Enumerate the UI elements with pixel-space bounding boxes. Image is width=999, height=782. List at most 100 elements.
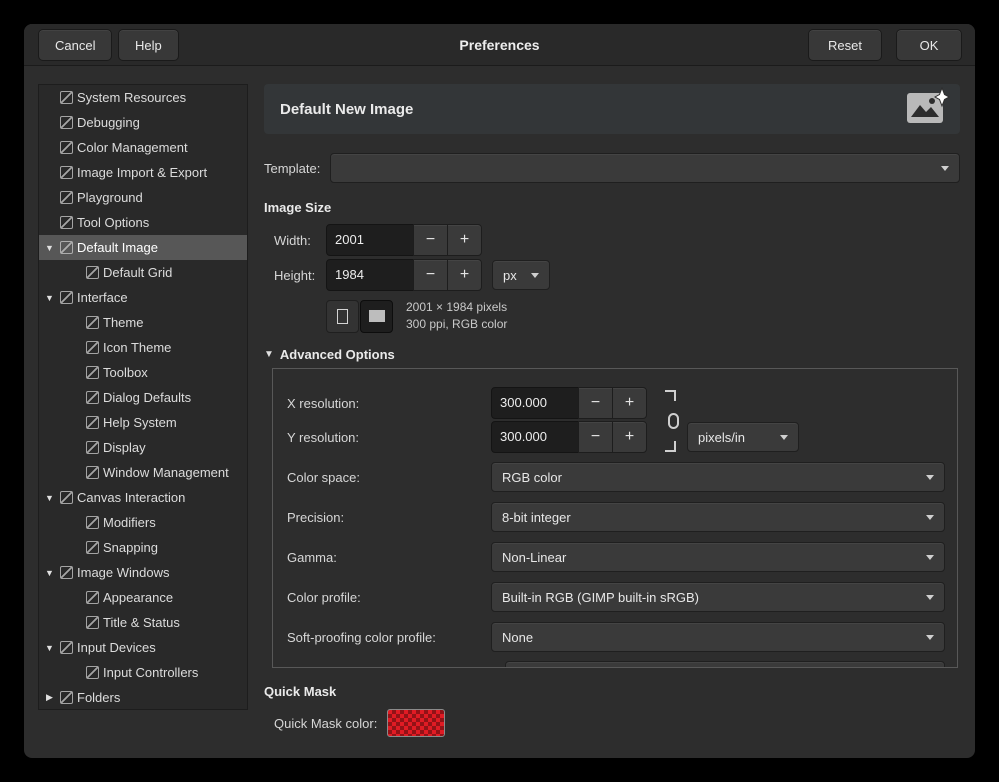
precision-value: 8-bit integer — [502, 510, 571, 525]
dialog-defaults-icon — [86, 391, 99, 404]
y-resolution-increment-button[interactable]: + — [612, 421, 647, 453]
precision-dropdown[interactable]: 8-bit integer — [491, 502, 945, 532]
sidebar-item-label: Title & Status — [103, 615, 180, 630]
color-profile-label: Color profile: — [287, 590, 491, 605]
soft-proofing-dropdown[interactable]: None — [491, 622, 945, 652]
sidebar-item-folders[interactable]: ▶Folders — [39, 685, 247, 710]
expander-icon[interactable]: ▼ — [43, 493, 56, 503]
display-icon — [86, 441, 99, 454]
portrait-icon — [337, 309, 348, 324]
sidebar-item-label: Help System — [103, 415, 177, 430]
sidebar-item-image-import-export[interactable]: Image Import & Export — [39, 160, 247, 185]
preferences-tree: System Resources Debugging Color Managemen… — [38, 84, 248, 710]
sidebar-item-label: Debugging — [77, 115, 140, 130]
height-input[interactable]: 1984 — [326, 259, 414, 291]
sidebar-item-label: Playground — [77, 190, 143, 205]
y-resolution-row: Y resolution: 300.000 − + pixels/in — [287, 421, 945, 453]
x-resolution-input[interactable]: 300.000 — [491, 387, 579, 419]
sidebar-item-dialog-defaults[interactable]: Dialog Defaults — [39, 385, 247, 410]
sidebar-item-system-resources[interactable]: System Resources — [39, 85, 247, 110]
sidebar-item-label: Image Windows — [77, 565, 169, 580]
canvas-interaction-icon — [60, 491, 73, 504]
orientation-row: 2001 × 1984 pixels 300 ppi, RGB color — [264, 299, 960, 333]
expander-icon[interactable]: ▼ — [43, 293, 56, 303]
expander-icon[interactable]: ▼ — [43, 643, 56, 653]
page-header: Default New Image — [264, 84, 960, 134]
title-status-icon — [86, 616, 99, 629]
sidebar-item-tool-options[interactable]: Tool Options — [39, 210, 247, 235]
y-resolution-spinner: 300.000 − + — [491, 421, 647, 453]
sidebar-item-snapping[interactable]: Snapping — [39, 535, 247, 560]
width-increment-button[interactable]: + — [447, 224, 482, 256]
sidebar-item-color-management[interactable]: Color Management — [39, 135, 247, 160]
gamma-label: Gamma: — [287, 550, 491, 565]
sidebar-item-label: Icon Theme — [103, 340, 171, 355]
width-decrement-button[interactable]: − — [413, 224, 448, 256]
sidebar-item-title-status[interactable]: Title & Status — [39, 610, 247, 635]
sidebar-item-window-management[interactable]: Window Management — [39, 460, 247, 485]
x-resolution-decrement-button[interactable]: − — [578, 387, 613, 419]
partially-visible-dropdown — [505, 661, 945, 668]
sidebar-item-help-system[interactable]: Help System — [39, 410, 247, 435]
reset-button[interactable]: Reset — [808, 29, 882, 61]
sidebar-item-interface[interactable]: ▼Interface — [39, 285, 247, 310]
height-increment-button[interactable]: + — [447, 259, 482, 291]
sidebar-item-default-image[interactable]: ▼Default Image — [39, 235, 247, 260]
chain-link-icon[interactable] — [661, 389, 681, 453]
quick-mask-color-swatch[interactable] — [387, 709, 445, 737]
sidebar-item-label: Input Devices — [77, 640, 156, 655]
width-label: Width: — [274, 233, 326, 248]
soft-proofing-label: Soft-proofing color profile: — [287, 630, 491, 645]
y-resolution-decrement-button[interactable]: − — [578, 421, 613, 453]
chevron-down-icon — [780, 435, 788, 440]
default-grid-icon — [86, 266, 99, 279]
width-row: Width: 2001 − + — [264, 224, 960, 256]
sidebar-item-default-grid[interactable]: Default Grid — [39, 260, 247, 285]
input-devices-icon — [60, 641, 73, 654]
soft-proofing-value: None — [502, 630, 533, 645]
height-decrement-button[interactable]: − — [413, 259, 448, 291]
y-resolution-input[interactable]: 300.000 — [491, 421, 579, 453]
sidebar-item-icon-theme[interactable]: Icon Theme — [39, 335, 247, 360]
unit-dropdown-value: px — [503, 268, 517, 283]
advanced-expander-icon[interactable]: ▼ — [264, 349, 274, 360]
ok-button[interactable]: OK — [896, 29, 962, 61]
expander-icon[interactable]: ▶ — [43, 692, 56, 703]
sidebar-item-input-devices[interactable]: ▼ Input Devices — [39, 635, 247, 660]
sidebar-item-image-windows[interactable]: ▼ Image Windows — [39, 560, 247, 585]
new-image-icon — [904, 87, 950, 132]
sidebar-item-playground[interactable]: Playground — [39, 185, 247, 210]
cancel-button[interactable]: Cancel — [38, 29, 112, 61]
expander-icon[interactable]: ▼ — [43, 568, 56, 578]
help-system-icon — [86, 416, 99, 429]
sidebar-item-canvas-interaction[interactable]: ▼Canvas Interaction — [39, 485, 247, 510]
sidebar-item-display[interactable]: Display — [39, 435, 247, 460]
advanced-options-header[interactable]: ▼ Advanced Options — [264, 347, 960, 362]
sidebar-item-label: Default Grid — [103, 265, 172, 280]
sidebar-item-toolbox[interactable]: Toolbox — [39, 360, 247, 385]
expander-icon[interactable]: ▼ — [43, 243, 56, 253]
unit-dropdown[interactable]: px — [492, 260, 550, 290]
quick-mask-section-title: Quick Mask — [264, 684, 960, 699]
template-dropdown[interactable] — [330, 153, 960, 183]
sidebar-item-theme[interactable]: Theme — [39, 310, 247, 335]
color-space-value: RGB color — [502, 470, 562, 485]
sidebar-item-modifiers[interactable]: Modifiers — [39, 510, 247, 535]
sidebar-item-input-controllers[interactable]: Input Controllers — [39, 660, 247, 685]
sidebar-item-debugging[interactable]: Debugging — [39, 110, 247, 135]
help-button[interactable]: Help — [118, 29, 179, 61]
landscape-orientation-button[interactable] — [360, 300, 393, 333]
portrait-orientation-button[interactable] — [326, 300, 359, 333]
gamma-row: Gamma: Non-Linear — [287, 541, 945, 573]
gamma-dropdown[interactable]: Non-Linear — [491, 542, 945, 572]
x-resolution-increment-button[interactable]: + — [612, 387, 647, 419]
resolution-unit-dropdown[interactable]: pixels/in — [687, 422, 799, 452]
color-profile-value: Built-in RGB (GIMP built-in sRGB) — [502, 590, 699, 605]
color-space-dropdown[interactable]: RGB color — [491, 462, 945, 492]
width-input[interactable]: 2001 — [326, 224, 414, 256]
dialog-title: Preferences — [224, 37, 775, 53]
chevron-down-icon — [926, 555, 934, 560]
sidebar-item-appearance[interactable]: Appearance — [39, 585, 247, 610]
quick-mask-row: Quick Mask color: — [264, 708, 960, 738]
color-profile-dropdown[interactable]: Built-in RGB (GIMP built-in sRGB) — [491, 582, 945, 612]
